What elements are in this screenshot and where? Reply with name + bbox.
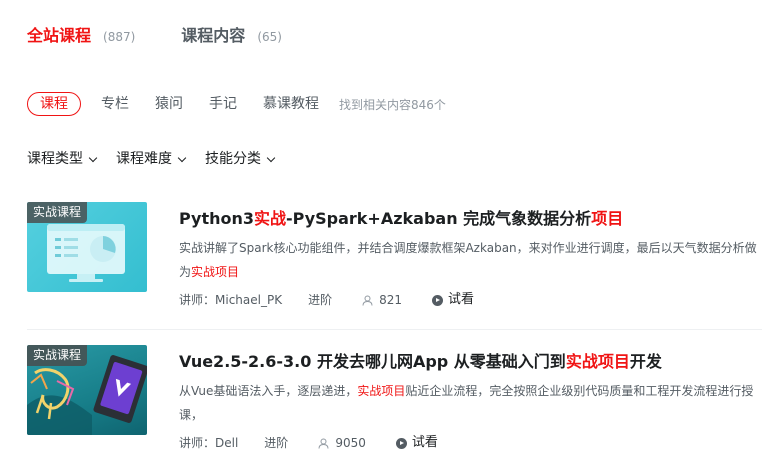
tab-count: (65) [257, 30, 282, 44]
tab-count: (887) [103, 30, 136, 44]
course-type-dropdown[interactable]: 课程类型 [27, 148, 98, 170]
dropdown-label: 课程难度 [116, 151, 172, 167]
instructor: 讲师：Dell [179, 436, 239, 450]
try-button[interactable]: 试看 [395, 433, 438, 453]
filter-notes[interactable]: 手记 [209, 93, 237, 115]
title-highlight: 实战 [254, 209, 287, 228]
user-icon [362, 295, 373, 306]
title-text: Vue2.5-2.6-3.0 开发去哪儿网App 从零基础入门到 [179, 352, 566, 371]
title-text: -PySpark+Azkaban 完成气象数据分析 [286, 209, 592, 228]
course-meta: 讲师：Michael_PK 进阶 821 试看 [179, 290, 763, 310]
course-item: 实战课程 Python3实战-PySpark+Azkaban 完成气象数据分析项… [27, 202, 762, 330]
title-highlight: 项目 [591, 209, 624, 228]
student-number: 821 [379, 293, 402, 307]
top-tabs: 全站课程 (887) 课程内容 (65) [27, 22, 328, 46]
difficulty-level: 进阶 [308, 293, 333, 307]
instructor: 讲师：Michael_PK [179, 293, 283, 307]
tab-label: 课程内容 [181, 26, 246, 45]
course-title[interactable]: Python3实战-PySpark+Azkaban 完成气象数据分析项目 [179, 208, 763, 230]
course-difficulty-dropdown[interactable]: 课程难度 [116, 148, 187, 170]
chevron-down-icon [266, 153, 276, 162]
category-filter: 课程 专栏 猿问 手记 慕课教程 找到相关内容846个 [27, 92, 446, 116]
play-icon [432, 294, 443, 306]
desc-text: 从Vue基础语法入手，逐层递进， [179, 384, 358, 398]
dropdown-filters: 课程类型 课程难度 技能分类 [27, 148, 294, 170]
try-label: 试看 [411, 435, 438, 450]
difficulty-level: 进阶 [264, 436, 289, 450]
result-count: 找到相关内容846个 [339, 97, 446, 112]
course-badge: 实战课程 [27, 345, 88, 366]
course-thumbnail[interactable]: 实战课程 [27, 202, 147, 292]
course-info: Vue2.5-2.6-3.0 开发去哪儿网App 从零基础入门到实战项目开发 从… [179, 345, 763, 453]
skill-category-dropdown[interactable]: 技能分类 [205, 148, 276, 170]
filter-columns[interactable]: 专栏 [101, 93, 129, 115]
try-button[interactable]: 试看 [432, 290, 474, 310]
course-description: 从Vue基础语法入手，逐层递进，实战项目贴近企业流程，完全按照企业级别代码质量和… [179, 379, 763, 427]
course-meta: 讲师：Dell 进阶 9050 试看 [179, 433, 763, 453]
tab-course-content[interactable]: 课程内容 (65) [181, 22, 282, 46]
course-item: 实战课程 Vue2.5-2.6-3.0 开发去哪儿网App 从零基础入门到实战项… [27, 345, 762, 455]
student-count: 821 [362, 290, 402, 310]
desc-highlight: 实战项目 [357, 384, 406, 398]
title-text: Python3 [179, 209, 255, 228]
user-icon [318, 438, 329, 449]
play-icon [395, 437, 407, 449]
desc-highlight: 实战项目 [191, 265, 240, 279]
filter-questions[interactable]: 猿问 [155, 93, 183, 115]
try-label: 试看 [448, 292, 475, 307]
filter-tutorials[interactable]: 慕课教程 [263, 93, 319, 115]
chevron-down-icon [177, 153, 187, 162]
course-info: Python3实战-PySpark+Azkaban 完成气象数据分析项目 实战讲… [179, 202, 763, 310]
course-description: 实战讲解了Spark核心功能组件，并结合调度爆款框架Azkaban，来对作业进行… [179, 236, 763, 284]
tab-all-courses[interactable]: 全站课程 (887) [27, 22, 135, 46]
dropdown-label: 课程类型 [27, 151, 83, 167]
title-text: 开发 [629, 352, 662, 371]
course-title[interactable]: Vue2.5-2.6-3.0 开发去哪儿网App 从零基础入门到实战项目开发 [179, 351, 763, 373]
student-number: 9050 [335, 436, 366, 450]
dropdown-label: 技能分类 [205, 151, 261, 167]
course-thumbnail[interactable]: 实战课程 [27, 345, 147, 435]
tab-label: 全站课程 [27, 26, 92, 45]
filter-courses[interactable]: 课程 [27, 92, 81, 116]
student-count: 9050 [318, 433, 366, 453]
desc-text: 实战讲解了Spark核心功能组件，并结合调度爆款框架Azkaban，来对作业进行… [179, 241, 757, 279]
chevron-down-icon [88, 153, 98, 162]
title-highlight: 实战项目 [565, 352, 630, 371]
course-badge: 实战课程 [27, 202, 88, 223]
